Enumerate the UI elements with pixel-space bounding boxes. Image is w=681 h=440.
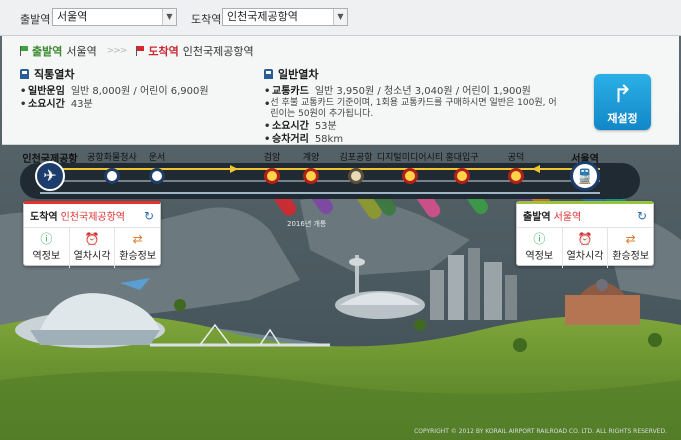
chevron-down-icon: ▼ — [162, 9, 176, 25]
route-summary: 출발역 서울역 >>> 도착역 인천국제공항역 — [20, 44, 254, 58]
airplane-icon[interactable]: ✈ — [35, 161, 65, 191]
departure-station-popup: 출발역 서울역 ↻ ⓘ 역정보 ⏰ 열차시각 ⇄ 환승정보 — [516, 201, 654, 268]
regular-train-info: 일반열차 • 교통카드 일반 3,950원 / 청소년 3,040원 / 어린이 1… — [264, 66, 564, 146]
regular-title: 일반열차 — [278, 68, 319, 81]
timetable-label: 열차시각 — [566, 251, 604, 262]
arrival-select-value: 인천국제공항역 — [227, 10, 298, 23]
flag-icon — [136, 46, 145, 56]
reset-button[interactable]: ↱ 재설정 — [594, 74, 651, 130]
train-icon[interactable]: 🚆 — [570, 161, 600, 191]
express-title: 직통열차 — [34, 68, 75, 81]
transfer-info-button[interactable]: ⇄ 환승정보 — [608, 228, 653, 268]
departure-select[interactable]: 서울역 ▼ — [52, 8, 177, 26]
copyright-text: COPYRIGHT © 2012 BY KORAIL AIRPORT RAILR… — [414, 428, 667, 435]
train-icon — [264, 69, 273, 79]
station-label[interactable]: 홍대입구 — [445, 150, 478, 163]
station-info-label: 역정보 — [525, 251, 554, 262]
regular-card-label: 교통카드 — [272, 86, 309, 97]
station-label[interactable]: 검암 — [264, 150, 281, 163]
timetable-button[interactable]: ⏰ 열차시각 — [563, 228, 609, 268]
train-icon — [20, 69, 29, 79]
express-fare-value: 일반 8,000원 / 어린이 6,900원 — [70, 86, 209, 97]
popup-departure-station: 서울역 — [553, 212, 582, 223]
station-label[interactable]: 운서 — [149, 150, 166, 163]
transfer-info-label: 환승정보 — [119, 251, 157, 262]
station-selector-bar: 출발역 서울역 ▼ 도착역 인천국제공항역 ▼ — [0, 0, 681, 36]
return-arrow-icon: ↱ — [612, 80, 633, 108]
station-node[interactable] — [402, 168, 418, 184]
refresh-icon[interactable]: ↻ — [637, 209, 647, 223]
regular-time-label: 소요시간 — [272, 121, 309, 132]
clock-icon: ⏰ — [84, 232, 100, 246]
transfer-icon: ⇄ — [625, 232, 636, 246]
route-from-label: 출발역 — [32, 45, 63, 58]
express-time-label: 소요시간 — [28, 99, 65, 110]
fare-info-panel: 출발역 서울역 >>> 도착역 인천국제공항역 직통열차 • 일반운임 일반 8,0… — [2, 36, 679, 145]
station-label[interactable]: 디지털미디어시티 — [377, 150, 443, 163]
regular-time-value: 53분 — [314, 121, 337, 132]
express-train-info: 직통열차 • 일반운임 일반 8,000원 / 어린이 6,900원 • 소요시간 43… — [20, 68, 209, 110]
express-fare-label: 일반운임 — [28, 86, 65, 97]
station-node[interactable] — [104, 168, 120, 184]
route-from-station: 서울역 — [66, 45, 97, 58]
arrival-label: 도착역 — [191, 13, 222, 26]
station-label[interactable]: 공덕 — [508, 150, 525, 163]
refresh-icon[interactable]: ↻ — [144, 209, 154, 223]
station-node[interactable] — [454, 168, 470, 184]
regular-card-value: 일반 3,950원 / 청소년 3,040원 / 어린이 1,900원 — [314, 86, 531, 97]
station-node[interactable] — [149, 168, 165, 184]
info-icon: ⓘ — [533, 232, 546, 246]
station-node[interactable] — [303, 168, 319, 184]
station-node[interactable] — [508, 168, 524, 184]
station-label[interactable]: 김포공항 — [339, 150, 372, 163]
info-icon: ⓘ — [40, 232, 53, 246]
regular-note: 선 후불 교통카드 기준이며, 1회용 교통카드를 구매하시면 일반은 100원… — [270, 98, 557, 119]
reset-button-label: 재설정 — [607, 112, 638, 125]
transfer-info-button[interactable]: ⇄ 환승정보 — [115, 228, 160, 268]
opening-year-label: 2016년 개통 — [287, 220, 327, 228]
station-label[interactable]: 계양 — [303, 150, 320, 163]
chevron-down-icon: ▼ — [333, 9, 347, 25]
station-node[interactable] — [348, 168, 364, 184]
arrival-select[interactable]: 인천국제공항역 ▼ — [222, 8, 348, 26]
station-label[interactable]: 공항화물청사 — [87, 150, 137, 163]
route-separator: >>> — [106, 46, 128, 56]
station-info-button[interactable]: ⓘ 역정보 — [517, 228, 563, 268]
transfer-info-label: 환승정보 — [612, 251, 650, 262]
station-node[interactable] — [264, 168, 280, 184]
clock-icon: ⏰ — [577, 232, 593, 246]
timetable-label: 열차시각 — [73, 251, 111, 262]
route-to-label: 도착역 — [148, 45, 179, 58]
popup-departure-label: 출발역 — [523, 212, 551, 223]
arrival-station-popup: 도착역 인천국제공항역 ↻ ⓘ 역정보 ⏰ 열차시각 ⇄ 환승정보 — [23, 201, 161, 268]
transfer-icon: ⇄ — [132, 232, 143, 246]
route-line-map: 인천국제공항 공항화물청사 운서 검암 계양 김포공항 디지털미디어시티 홍대입… — [0, 145, 681, 228]
timetable-button[interactable]: ⏰ 열차시각 — [70, 228, 116, 268]
express-time-value: 43분 — [70, 99, 93, 110]
departure-select-value: 서울역 — [57, 10, 88, 23]
station-info-label: 역정보 — [32, 251, 61, 262]
popup-arrival-station: 인천국제공항역 — [60, 212, 126, 223]
station-info-button[interactable]: ⓘ 역정보 — [24, 228, 70, 268]
route-to-station: 인천국제공항역 — [182, 45, 254, 58]
flag-icon — [20, 46, 29, 56]
departure-label: 출발역 — [20, 13, 51, 26]
popup-arrival-label: 도착역 — [30, 212, 58, 223]
